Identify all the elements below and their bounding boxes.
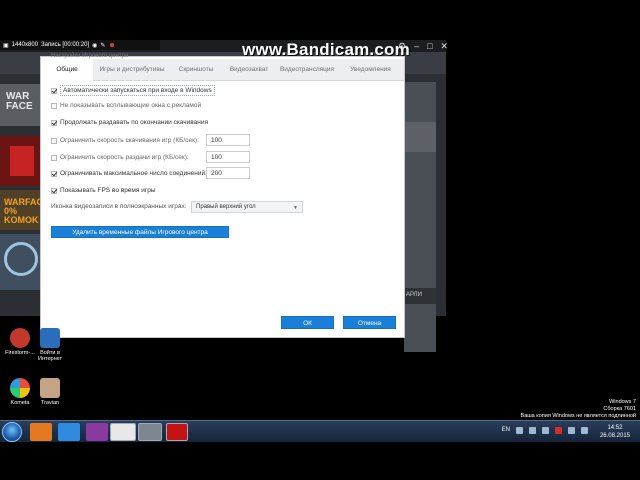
option-autostart-label: Автоматически запускаться при входе в Wi… — [60, 85, 215, 96]
record-icon-label: Иконка видеозаписи в полноэкранных играх… — [51, 203, 187, 210]
max-connections-input[interactable]: 200 — [206, 167, 250, 179]
tab-general[interactable]: Общие — [41, 59, 93, 81]
window-controls: ⚙ – □ ✕ — [398, 41, 448, 52]
ok-button[interactable]: ОК — [281, 316, 334, 329]
download-limit-input[interactable]: 100 — [206, 134, 250, 146]
bandicam-bar: ▣ 1440x800 Запись [00:00:20] ◉ ✎ — [0, 40, 160, 50]
option-autostart[interactable]: Автоматически запускаться при входе в Wi… — [51, 85, 215, 96]
record-icon-select[interactable]: Правый верхний угол ▼ — [191, 201, 303, 213]
taskbar-window-1[interactable] — [110, 423, 136, 441]
game-tile-warface[interactable]: WAR FACE — [0, 84, 40, 126]
bandicam-resolution: 1440x800 — [11, 42, 39, 48]
tray-record-icon[interactable] — [555, 427, 562, 434]
option-max-connections[interactable]: Ограничивать максимальное число соединен… — [51, 170, 207, 177]
option-no-ads-label: Не показывать всплывающие окна с рекламо… — [60, 102, 202, 109]
tab-games[interactable]: Игры и дистрибутивы — [93, 59, 171, 81]
tray-icon[interactable] — [529, 427, 536, 434]
desktop-icon-travian[interactable]: Travian — [30, 378, 70, 406]
tab-video-capture[interactable]: Видеозахват — [221, 59, 277, 81]
option-upload-limit[interactable]: Ограничить скорость раздачи игр (КБ/сек)… — [51, 154, 189, 161]
network-icon[interactable] — [568, 427, 575, 434]
bandicam-camera-icon: ▣ — [3, 42, 9, 49]
minimize-icon[interactable]: – — [414, 41, 419, 52]
game-tile-warface-text: WAR FACE — [6, 91, 33, 112]
option-upload-limit-label: Ограничить скорость раздачи игр (КБ/сек)… — [60, 154, 189, 161]
windows-build: Сборка 7601 — [603, 406, 636, 412]
bandicam-record-icon[interactable] — [110, 43, 115, 47]
option-no-ads[interactable]: Не показывать всплывающие окна с рекламо… — [51, 102, 201, 109]
close-icon[interactable]: ✕ — [441, 41, 449, 52]
start-button[interactable] — [2, 422, 22, 442]
desktop-icon-label: Travian — [40, 400, 60, 406]
checkbox-max-connections[interactable] — [51, 170, 57, 177]
record-icon-select-value: Правый верхний угол — [196, 204, 256, 210]
volume-icon[interactable] — [581, 427, 588, 434]
right-panel-block — [404, 122, 436, 152]
firestorm-icon — [10, 328, 30, 348]
option-download-limit-label: Ограничить скорость скачивания игр (КБ/с… — [60, 137, 199, 144]
tab-notifications[interactable]: Уведомления — [337, 59, 404, 81]
language-indicator[interactable]: EN — [502, 427, 510, 434]
option-seed[interactable]: Продолжать раздавать по окончании скачив… — [51, 119, 208, 126]
desktop-icon-internet[interactable]: Войти в Интернет — [30, 328, 70, 362]
option-show-fps-label: Показывать FPS во время игры — [60, 187, 156, 194]
settings-tabs: Общие Игры и дистрибутивы Скриншоты Виде… — [41, 59, 404, 81]
checkbox-no-ads[interactable] — [51, 102, 57, 109]
desktop-icon-label: Войти в Интернет — [38, 350, 62, 362]
game-tile-warface-promo[interactable]: WARFAC 0% KOMOK — [0, 190, 43, 230]
delete-temp-files-button[interactable]: Удалить временные файлы Игрового центра — [51, 226, 229, 238]
game-tile-red-image — [10, 146, 34, 176]
travian-icon — [40, 378, 60, 398]
taskbar-window-2[interactable] — [138, 423, 162, 441]
windows-genuine-warning: Ваша копия Windows не является подлинной — [520, 413, 636, 419]
settings-dialog: Настройки Игрового центра Общие Игры и д… — [40, 53, 405, 338]
game-tile-blue[interactable] — [0, 234, 40, 290]
chevron-down-icon: ▼ — [293, 205, 298, 211]
clock-date: 26.08.2015 — [599, 433, 630, 439]
bandicam-pencil-icon[interactable]: ✎ — [100, 42, 105, 49]
checkbox-autostart[interactable] — [51, 87, 57, 94]
internet-explorer-icon[interactable] — [58, 423, 80, 441]
cancel-button[interactable]: Отмена — [343, 316, 396, 329]
upload-limit-input[interactable]: 100 — [206, 151, 250, 163]
windows-activation-notice: Windows 7 Сборка 7601 Ваша копия Windows… — [521, 399, 636, 420]
game-tile-red[interactable] — [0, 136, 40, 186]
tab-video-streaming[interactable]: Видеотрансляция — [277, 59, 337, 81]
bandicam-screenshot-icon[interactable]: ◉ — [92, 42, 97, 49]
clock-time: 14:52 — [607, 425, 623, 431]
tab-screenshots[interactable]: Скриншоты — [171, 59, 221, 81]
windows-version: Windows 7 — [609, 399, 636, 405]
game-tile-promo-text: WARFAC 0% KOMOK — [4, 197, 43, 225]
clock[interactable]: 14:52 26.08.2015 — [600, 424, 630, 440]
bandicam-taskbar-icon[interactable] — [166, 423, 188, 441]
internet-icon — [40, 328, 60, 348]
taskbar: EN 14:52 26.08.2015 — [0, 420, 640, 442]
media-player-icon[interactable] — [30, 423, 52, 441]
option-download-limit[interactable]: Ограничить скорость скачивания игр (КБ/с… — [51, 137, 199, 144]
right-panel-label: АРЛИ — [404, 288, 436, 304]
option-show-fps[interactable]: Показывать FPS во время игры — [51, 187, 156, 194]
tray-icon[interactable] — [516, 427, 523, 434]
maximize-icon[interactable]: □ — [427, 41, 432, 52]
bandicam-recording-time: Запись [00:00:20] — [41, 42, 90, 48]
flag-app-icon[interactable] — [86, 423, 108, 441]
tray-icon[interactable] — [542, 427, 549, 434]
settings-gear-icon[interactable]: ⚙ — [398, 41, 406, 52]
checkbox-upload-limit[interactable] — [51, 154, 57, 161]
checkbox-download-limit[interactable] — [51, 137, 57, 144]
option-max-connections-label: Ограничивать максимальное число соединен… — [60, 170, 207, 177]
checkbox-show-fps[interactable] — [51, 187, 57, 194]
screen: WAR FACE WARFAC 0% KOMOK АРЛИ ▣ 1440x800… — [0, 0, 640, 480]
game-center-right-panel: АРЛИ — [404, 82, 436, 352]
kometa-icon — [10, 378, 30, 398]
option-seed-label: Продолжать раздавать по окончании скачив… — [60, 119, 209, 126]
checkbox-seed[interactable] — [51, 119, 57, 126]
game-tile-blue-image — [4, 242, 38, 276]
system-tray: EN — [502, 427, 588, 434]
